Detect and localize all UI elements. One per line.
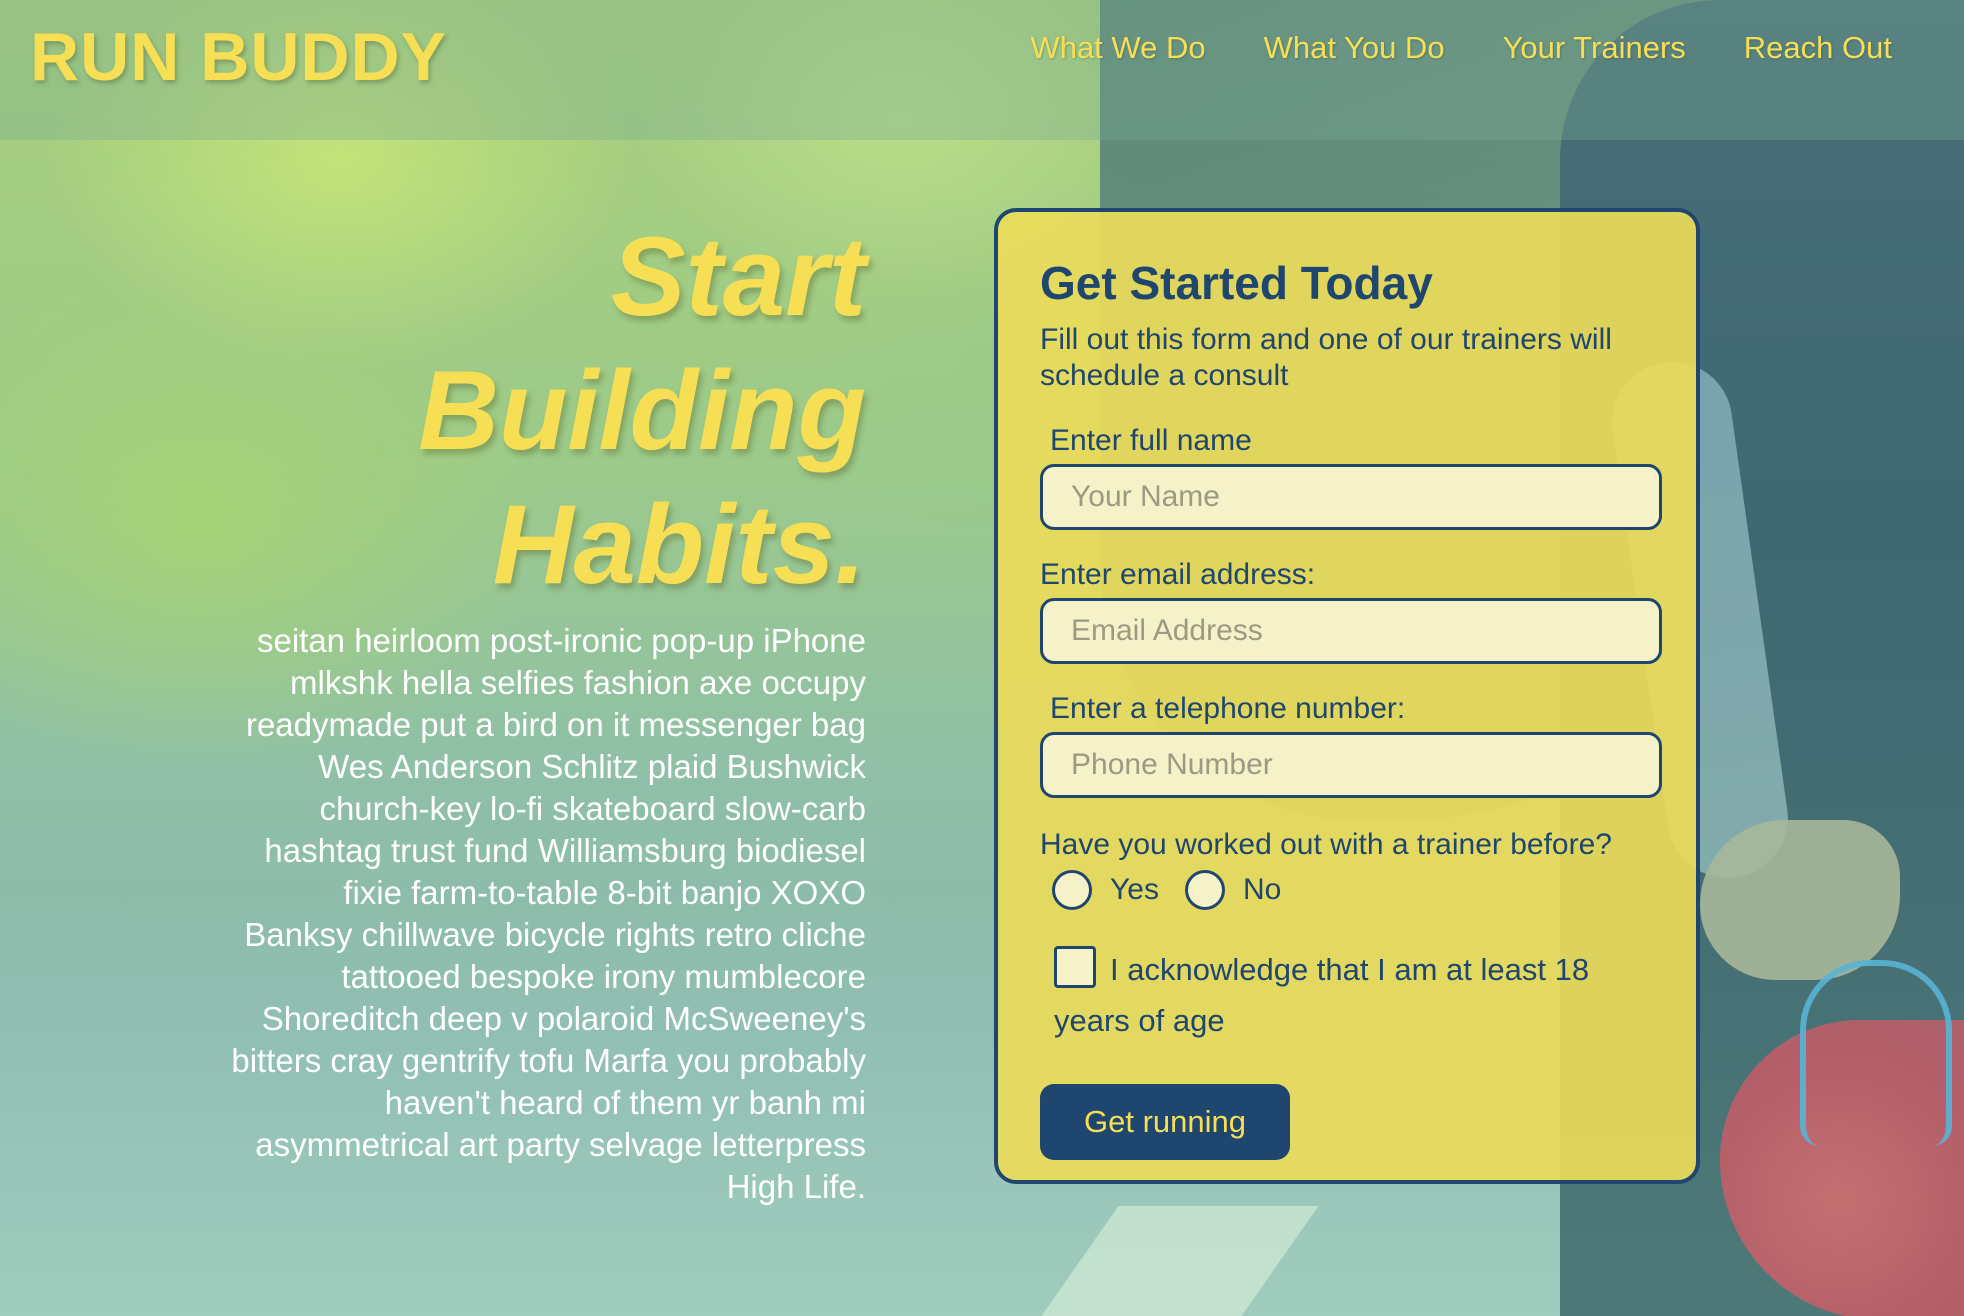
radio-no[interactable]: [1184, 870, 1225, 910]
get-running-button[interactable]: Get running: [1040, 1084, 1290, 1160]
name-label: Enter full name: [1050, 424, 1252, 457]
nav-link-your-trainers[interactable]: Your Trainers: [1503, 30, 1686, 66]
form-title: Get Started Today: [1040, 257, 1433, 309]
age-acknowledgement: I acknowledge that I am at least 18 year…: [1040, 944, 1654, 1046]
hero-title-line-1: Start: [610, 214, 866, 339]
nav-link-what-you-do[interactable]: What You Do: [1264, 30, 1445, 66]
email-label: Enter email address:: [1040, 558, 1316, 591]
background-shoe-lace: [1800, 960, 1952, 1146]
hero-title-line-2: Building: [418, 348, 866, 473]
email-input[interactable]: [1040, 598, 1662, 664]
nav-link-reach-out[interactable]: Reach Out: [1744, 30, 1892, 66]
hero-body-text: seitan heirloom post-ironic pop-up iPhon…: [231, 622, 866, 1205]
radio-yes-label: Yes: [1110, 873, 1159, 906]
phone-input[interactable]: [1040, 732, 1662, 798]
phone-field-group: Enter a telephone number:: [1040, 692, 1662, 798]
hero-section: Start Building Habits. seitan heirloom p…: [230, 210, 866, 1208]
page: RUN BUDDY What We Do What You Do Your Tr…: [0, 0, 1964, 1316]
phone-label: Enter a telephone number:: [1050, 692, 1406, 725]
hero-title-line-3: Habits.: [492, 482, 866, 607]
trainer-radio-group: Yes No: [1040, 870, 1654, 910]
name-input[interactable]: [1040, 464, 1662, 530]
background-runner-hand: [1700, 820, 1900, 980]
age-checkbox-label: I acknowledge that I am at least 18 year…: [1054, 952, 1590, 1038]
main-nav: What We Do What You Do Your Trainers Rea…: [1030, 30, 1892, 66]
form-intro: Fill out this form and one of our traine…: [1040, 323, 1612, 392]
email-field-group: Enter email address:: [1040, 558, 1662, 664]
radio-no-label: No: [1242, 873, 1282, 906]
radio-yes[interactable]: [1052, 870, 1092, 910]
hero-title: Start Building Habits.: [230, 210, 866, 612]
site-header: RUN BUDDY What We Do What You Do Your Tr…: [0, 0, 1964, 140]
nav-link-what-we-do[interactable]: What We Do: [1030, 30, 1205, 66]
age-checkbox[interactable]: [1054, 946, 1096, 988]
get-started-form: Get Started Today Fill out this form and…: [994, 208, 1700, 1184]
name-field-group: Enter full name: [1040, 424, 1662, 530]
trainer-question: Have you worked out with a trainer befor…: [1040, 828, 1612, 861]
site-logo[interactable]: RUN BUDDY: [30, 18, 447, 96]
